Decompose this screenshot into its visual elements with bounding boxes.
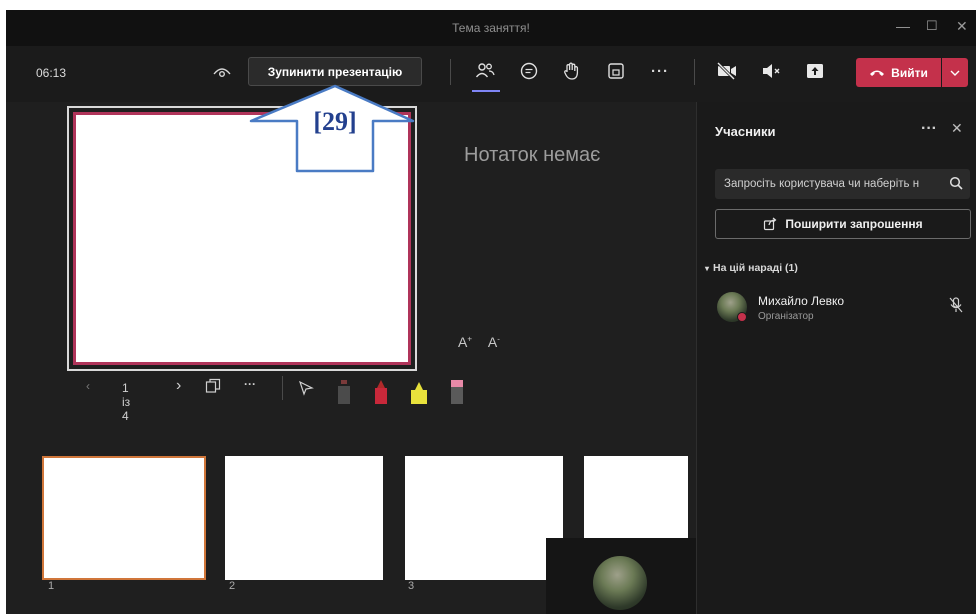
share-invite-button[interactable]: Поширити запрошення (715, 209, 971, 239)
meeting-timer: 06:13 (36, 66, 67, 80)
minimize-icon[interactable]: — (896, 18, 910, 34)
next-slide-icon[interactable]: › (176, 377, 181, 395)
panel-title: Учасники (715, 124, 776, 139)
invite-placeholder: Запросіть користувача чи наберіть н (724, 178, 920, 190)
leave-label: Вийти (891, 65, 928, 80)
slide-counter: 1 із 4 (122, 381, 131, 423)
thumbnail-number: 2 (229, 580, 236, 592)
highlighter-icon[interactable] (410, 378, 427, 406)
caret-down-icon: ▾ (705, 264, 710, 273)
maximize-icon[interactable]: ☐ (926, 18, 938, 34)
close-panel-icon[interactable]: ✕ (951, 120, 963, 137)
toolbar-divider (694, 59, 695, 85)
thumbnail-number: 3 (408, 580, 415, 592)
slide-thumbnail-4[interactable] (584, 456, 688, 538)
share-screen-icon[interactable] (802, 58, 828, 84)
previous-slide-icon[interactable]: ‹ (86, 379, 90, 393)
self-video-tile[interactable] (546, 538, 696, 614)
window-title: Тема заняття! (452, 21, 530, 35)
chevron-down-icon[interactable] (942, 58, 968, 87)
increase-font-button[interactable]: A+ (458, 334, 472, 350)
meeting-toolbar: 06:13 Зупинити презентацію ··· Вийти (6, 46, 976, 102)
panel-more-icon[interactable]: ··· (921, 120, 937, 138)
decrease-font-button[interactable]: A- (488, 334, 500, 350)
more-options-icon[interactable]: ··· (647, 58, 673, 84)
font-size-controls: A+ A- (458, 334, 500, 350)
leave-button[interactable]: Вийти (856, 58, 941, 87)
chat-icon[interactable] (516, 58, 542, 84)
active-tab-indicator (472, 90, 500, 92)
controls-divider (282, 376, 283, 400)
title-bar: Тема заняття! — ☐ ✕ (6, 10, 976, 46)
participant-role: Організатор (758, 311, 814, 322)
close-icon[interactable]: ✕ (956, 18, 968, 35)
raise-hand-icon[interactable] (559, 58, 585, 84)
slide-thumbnail-3[interactable] (405, 456, 563, 580)
slide-thumbnail-1[interactable] (42, 456, 206, 580)
camera-off-icon[interactable] (714, 58, 740, 84)
toolbar-divider (450, 59, 451, 85)
laser-pointer-icon[interactable] (298, 380, 314, 399)
participant-name: Михайло Левко (758, 294, 845, 308)
rooms-icon[interactable] (603, 58, 629, 84)
teams-window: Тема заняття! — ☐ ✕ 06:13 Зупинити презе… (6, 10, 976, 614)
notes-placeholder: Нотаток немає (464, 144, 601, 166)
share-invite-label: Поширити запрошення (785, 217, 923, 231)
more-slide-options-icon[interactable]: ··· (244, 377, 256, 391)
meeting-section-header[interactable]: ▾ На цій нараді (1) (705, 262, 798, 274)
slide-grid-icon[interactable] (205, 378, 221, 397)
black-pen-icon[interactable] (337, 378, 351, 406)
invite-search-input[interactable]: Запросіть користувача чи наберіть н (715, 169, 970, 199)
self-avatar (593, 556, 647, 610)
thumbnail-number: 1 (48, 580, 55, 592)
stop-presentation-button[interactable]: Зупинити презентацію (248, 57, 422, 86)
annotation-label: [29] (313, 107, 357, 136)
mic-muted-icon[interactable] (758, 58, 784, 84)
participants-panel: Учасники ··· ✕ Запросіть користувача чи … (696, 102, 976, 614)
presence-busy-icon (737, 312, 747, 322)
eraser-icon[interactable] (450, 378, 464, 406)
eye-icon[interactable] (209, 59, 235, 85)
hang-up-icon (870, 70, 885, 76)
search-icon[interactable] (949, 176, 963, 193)
participant-row[interactable]: Михайло Левко Організатор (717, 292, 967, 328)
mic-off-icon (949, 297, 963, 318)
red-pen-icon[interactable] (374, 378, 388, 406)
participants-icon[interactable] (472, 58, 498, 84)
share-icon (764, 217, 777, 231)
slide-thumbnail-2[interactable] (225, 456, 383, 580)
